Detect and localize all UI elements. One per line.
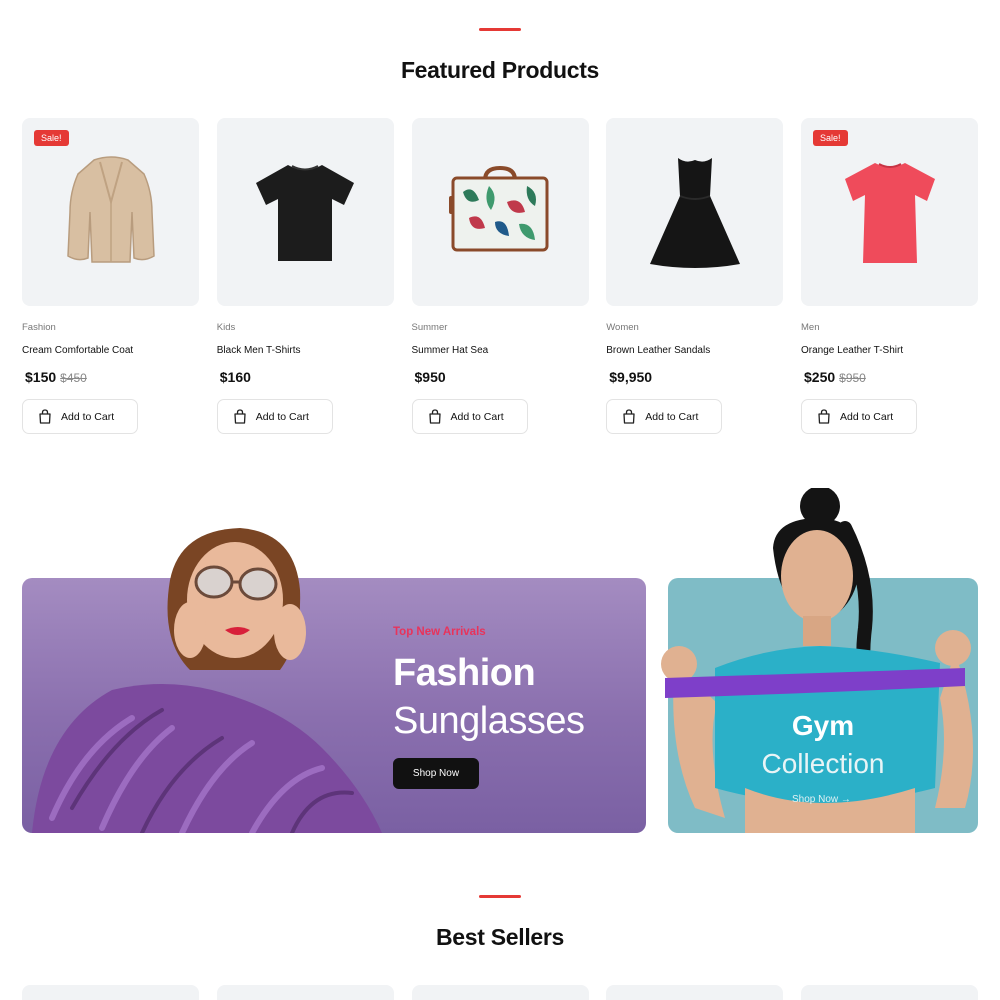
- tshirt-image: [256, 165, 355, 261]
- shopping-bag-icon: [234, 409, 246, 424]
- add-to-cart-button[interactable]: Add to Cart: [801, 399, 917, 434]
- banner-title: Fashion: [393, 652, 536, 694]
- product-price: $150 $450: [22, 369, 199, 385]
- product-name[interactable]: Black Men T-Shirts: [217, 345, 394, 356]
- sale-badge: Sale!: [813, 130, 848, 146]
- model-woman-head-image: [167, 528, 306, 670]
- product-image[interactable]: Sale!: [22, 118, 199, 306]
- featured-products-grid: Sale! Fashion Cream Comfortable Coat $15…: [22, 118, 978, 434]
- product-card[interactable]: Women Brown Leather Sandals $9,950 Add t…: [606, 118, 784, 434]
- product-card[interactable]: [411, 985, 589, 1000]
- product-price: $9,950: [606, 369, 783, 385]
- product-category: Summer: [411, 322, 448, 333]
- dress-image: [649, 158, 740, 268]
- shopping-bag-icon: [623, 409, 635, 424]
- product-card[interactable]: [22, 985, 199, 1000]
- featured-products-title: Featured Products: [400, 57, 600, 83]
- shopping-bag-icon: [39, 409, 51, 424]
- gym-banner-title: Gym: [791, 710, 855, 741]
- section-accent-line: [479, 895, 521, 898]
- add-to-cart-label: Add to Cart: [61, 410, 115, 423]
- current-price: $250: [804, 369, 836, 385]
- old-price: $450: [60, 371, 87, 385]
- product-image[interactable]: [411, 118, 589, 306]
- shopping-bag-icon: [818, 409, 830, 424]
- shop-now-button[interactable]: Shop Now: [393, 758, 479, 789]
- product-card[interactable]: Sale! Men Orange Leather T-Shirt $250 $95…: [801, 118, 978, 434]
- suitcase-image: [449, 165, 549, 252]
- product-price: $250 $950: [801, 369, 978, 385]
- product-image[interactable]: Sale!: [801, 118, 978, 306]
- product-card[interactable]: Summer Summer Hat Sea $950 Add to Cart: [411, 118, 589, 434]
- best-sellers-grid: [22, 985, 978, 1000]
- banner-eyebrow: Top New Arrivals: [393, 626, 486, 638]
- add-to-cart-label: Add to Cart: [645, 410, 699, 423]
- product-card[interactable]: [606, 985, 784, 1000]
- product-name[interactable]: Orange Leather T-Shirt: [801, 345, 978, 356]
- current-price: $950: [414, 369, 446, 385]
- add-to-cart-label: Add to Cart: [450, 410, 504, 423]
- product-card[interactable]: Sale! Fashion Cream Comfortable Coat $15…: [22, 118, 199, 434]
- product-price: $160: [217, 369, 394, 385]
- product-card[interactable]: Kids Black Men T-Shirts $160 Add to Cart: [216, 118, 394, 434]
- product-category: Men: [801, 322, 820, 333]
- shopping-bag-icon: [428, 409, 441, 424]
- add-to-cart-button[interactable]: Add to Cart: [606, 399, 723, 434]
- old-price: $950: [839, 371, 866, 385]
- product-category: Fashion: [22, 322, 56, 333]
- tshirt-image: [844, 162, 935, 263]
- add-to-cart-button[interactable]: Add to Cart: [216, 399, 333, 434]
- section-accent-line: [479, 28, 521, 31]
- product-card[interactable]: [216, 985, 394, 1000]
- gym-banner-subtitle: Collection: [761, 748, 885, 779]
- current-price: $160: [219, 369, 251, 385]
- add-to-cart-button[interactable]: Add to Cart: [22, 399, 138, 434]
- product-name[interactable]: Brown Leather Sandals: [606, 345, 783, 356]
- product-name[interactable]: Cream Comfortable Coat: [22, 345, 199, 356]
- product-price: $950: [412, 369, 589, 385]
- model-gym-woman-image: [661, 488, 973, 833]
- product-image[interactable]: [606, 118, 784, 306]
- banner-subtitle: Sunglasses: [393, 700, 585, 742]
- add-to-cart-label: Add to Cart: [840, 410, 894, 423]
- current-price: $9,950: [609, 369, 653, 385]
- product-category: Kids: [216, 322, 236, 333]
- coat-image: [66, 156, 155, 263]
- current-price: $150: [25, 369, 57, 385]
- product-card[interactable]: [801, 985, 978, 1000]
- add-to-cart-button[interactable]: Add to Cart: [411, 399, 528, 434]
- best-sellers-title: Best Sellers: [435, 924, 565, 950]
- product-category: Women: [606, 322, 639, 333]
- add-to-cart-label: Add to Cart: [255, 410, 309, 423]
- gym-shop-now-link[interactable]: Shop Now →: [792, 794, 851, 805]
- sale-badge: Sale!: [34, 130, 69, 146]
- product-name[interactable]: Summer Hat Sea: [412, 345, 589, 356]
- product-image[interactable]: [216, 118, 394, 306]
